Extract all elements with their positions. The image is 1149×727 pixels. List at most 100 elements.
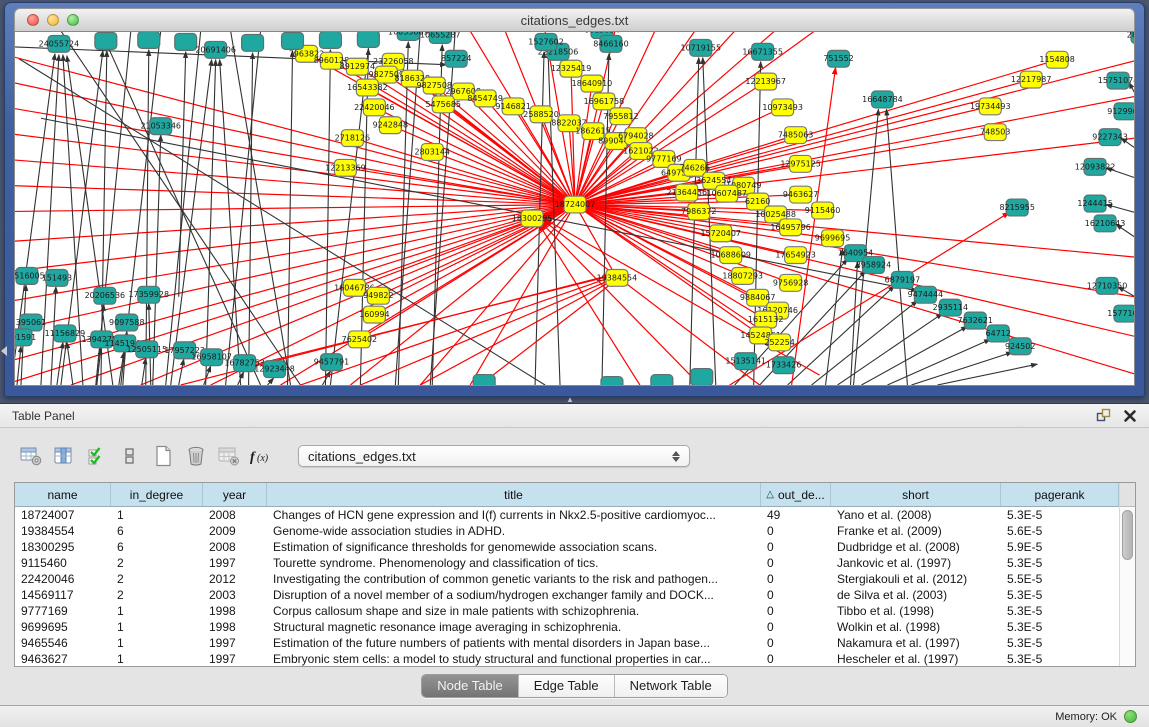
column-header-out_de[interactable]: △out_de...: [761, 483, 831, 506]
table-row[interactable]: 946554611997Estimation of the future num…: [15, 635, 1119, 651]
network-view-window[interactable]: citations_edges.txt 18724007183002952242…: [4, 2, 1145, 397]
graph-node[interactable]: 8215955: [999, 199, 1034, 216]
graph-node[interactable]: 9457791: [314, 354, 349, 371]
graph-node[interactable]: 160994: [359, 306, 389, 323]
table-row[interactable]: 969969511998Structural magnetic resonanc…: [15, 619, 1119, 635]
graph-node[interactable]: 748503: [980, 124, 1010, 141]
float-panel-icon[interactable]: [1096, 408, 1111, 423]
select-columns-icon[interactable]: [84, 445, 110, 467]
graph-node[interactable]: 12710350: [1087, 277, 1128, 294]
graph-node[interactable]: 1154808: [1039, 51, 1074, 68]
graph-node[interactable]: 15751074: [1098, 72, 1134, 89]
graph-node[interactable]: 9097588: [109, 314, 144, 331]
edge-red[interactable]: [420, 280, 614, 385]
edge-red[interactable]: [539, 224, 640, 385]
graph-node[interactable]: 19734493: [970, 98, 1011, 115]
delete-column-icon[interactable]: [183, 445, 209, 467]
edge-black[interactable]: [204, 366, 211, 385]
table-row[interactable]: 1456911722003Disruption of a novel membe…: [15, 587, 1119, 603]
edge-red[interactable]: [15, 186, 575, 205]
graph-node[interactable]: 2516005: [15, 267, 45, 284]
edge-black[interactable]: [268, 378, 274, 385]
graph-node[interactable]: 12093822: [1075, 158, 1116, 175]
graph-node[interactable]: 288761: [1127, 32, 1134, 43]
graph-node[interactable]: 9699695: [815, 230, 850, 247]
edge-black[interactable]: [322, 371, 330, 385]
graph-node[interactable]: [175, 33, 197, 50]
edge-red[interactable]: [575, 138, 1134, 204]
graph-node[interactable]: 252254: [764, 334, 794, 351]
function-builder-icon[interactable]: f(x): [249, 445, 275, 467]
edge-red[interactable]: [541, 222, 700, 385]
scrollbar-thumb[interactable]: [1122, 510, 1133, 560]
table-row[interactable]: 2242004622012Investigating the contribut…: [15, 571, 1119, 587]
graph-node[interactable]: 64712: [986, 325, 1011, 342]
graph-node[interactable]: 15135141: [725, 353, 766, 370]
graph-node[interactable]: 12217987: [1011, 71, 1052, 88]
edge-black[interactable]: [937, 364, 1037, 385]
graph-node[interactable]: 857224: [441, 50, 471, 67]
graph-node[interactable]: [319, 32, 341, 48]
new-column-icon[interactable]: [150, 445, 176, 467]
table-row[interactable]: 1830029562008Estimation of significance …: [15, 539, 1119, 555]
graph-node[interactable]: 20206536: [85, 287, 126, 304]
graph-node[interactable]: 22420046: [354, 99, 395, 116]
graph-node[interactable]: 9756928: [773, 274, 808, 291]
tab-node-table[interactable]: Node Table: [422, 675, 519, 697]
graph-node[interactable]: 15720407: [700, 225, 741, 242]
table-mode-icon[interactable]: [18, 445, 44, 467]
scrollbar-track[interactable]: [1120, 507, 1135, 666]
edge-black[interactable]: [179, 359, 184, 385]
graph-node[interactable]: [138, 32, 160, 48]
network-canvas[interactable]: 1872400718300295224200462718126924284828…: [14, 32, 1135, 386]
network-window-titlebar[interactable]: citations_edges.txt: [14, 8, 1135, 32]
table-row[interactable]: 946362711997Embryonic stem cells: a mode…: [15, 651, 1119, 666]
graph-node[interactable]: [242, 34, 264, 51]
minimize-window-icon[interactable]: [47, 14, 59, 26]
graph-node[interactable]: 7625402: [342, 331, 377, 348]
graph-node[interactable]: 2935114: [933, 299, 968, 316]
graph-node[interactable]: 16648784: [862, 91, 903, 108]
delete-table-icon[interactable]: [216, 445, 242, 467]
edge-red[interactable]: [15, 108, 575, 204]
edge-black[interactable]: [179, 52, 186, 297]
edge-red[interactable]: [575, 205, 1134, 375]
graph-node[interactable]: 10973493: [762, 99, 803, 116]
edge-red[interactable]: [15, 205, 575, 271]
graph-node[interactable]: 949822: [363, 287, 393, 304]
tab-network-table[interactable]: Network Table: [615, 675, 727, 697]
edge-black[interactable]: [142, 358, 146, 385]
sidebar-collapse-icon[interactable]: [1, 346, 7, 356]
tab-edge-table[interactable]: Edge Table: [519, 675, 615, 697]
column-header-year[interactable]: year: [203, 483, 267, 506]
table-row[interactable]: 1938455462009Genome-wide association stu…: [15, 523, 1119, 539]
graph-node[interactable]: [651, 375, 673, 385]
table-row[interactable]: 977716911998Corpus callosum shape and si…: [15, 603, 1119, 619]
graph-node[interactable]: [601, 377, 623, 385]
table-row[interactable]: 1872400712008Changes of HCN gene express…: [15, 507, 1119, 523]
row-height-icon[interactable]: [117, 445, 143, 467]
show-columns-icon[interactable]: [51, 445, 77, 467]
graph-node[interactable]: 2718126: [335, 130, 370, 147]
edge-black[interactable]: [851, 262, 858, 385]
graph-node[interactable]: [357, 32, 379, 47]
graph-node[interactable]: 9463627: [783, 186, 818, 203]
graph-node[interactable]: 9474444: [908, 286, 943, 303]
graph-node[interactable]: [95, 32, 117, 49]
graph-node[interactable]: 12213967: [745, 73, 786, 90]
graph-node[interactable]: [473, 375, 495, 385]
column-header-name[interactable]: name: [15, 483, 111, 506]
edge-black[interactable]: [288, 51, 293, 385]
graph-node[interactable]: 1577103: [1107, 305, 1134, 322]
edge-black[interactable]: [166, 32, 201, 385]
graph-node[interactable]: 10688609: [710, 247, 751, 264]
column-header-short[interactable]: short: [831, 483, 1001, 506]
table-select-dropdown[interactable]: citations_edges.txt: [298, 445, 690, 467]
graph-node[interactable]: 9115460: [805, 202, 840, 219]
graph-node[interactable]: 1244415: [1077, 195, 1112, 212]
edge-red[interactable]: [360, 279, 613, 385]
edge-black[interactable]: [146, 50, 149, 385]
table-scrollbar[interactable]: [1119, 483, 1135, 666]
graph-node[interactable]: 751552: [823, 50, 853, 67]
edge-black[interactable]: [886, 109, 907, 385]
